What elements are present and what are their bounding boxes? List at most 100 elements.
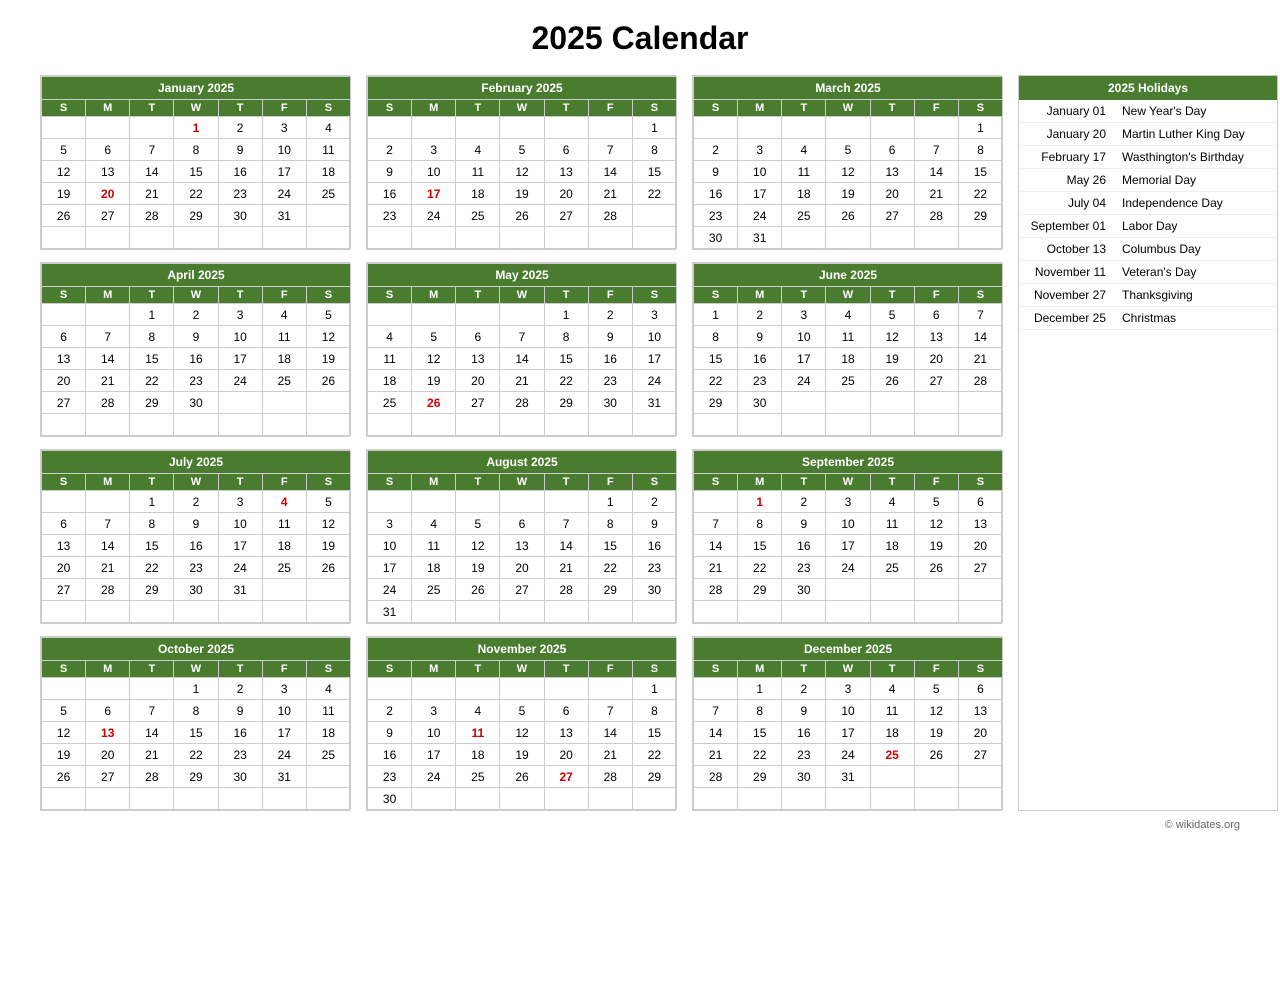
- calendar-day: [826, 227, 870, 249]
- calendar-day: 12: [500, 161, 544, 183]
- calendar-day: [500, 414, 544, 436]
- calendar-day: [412, 788, 456, 810]
- day-header: S: [958, 287, 1002, 304]
- calendar-day: [544, 788, 588, 810]
- calendar-day: [958, 392, 1002, 414]
- day-header: M: [86, 474, 130, 491]
- day-header: T: [456, 100, 500, 117]
- calendar-day: 31: [262, 766, 306, 788]
- calendar-day: [130, 678, 174, 700]
- calendar-day: 1: [130, 304, 174, 326]
- calendar-day: [42, 788, 86, 810]
- day-header: S: [958, 474, 1002, 491]
- calendar-day: 10: [412, 161, 456, 183]
- calendar-day: 23: [738, 370, 782, 392]
- day-header: S: [958, 100, 1002, 117]
- calendar-day: 29: [738, 766, 782, 788]
- calendar-day: 13: [456, 348, 500, 370]
- day-header: S: [632, 661, 676, 678]
- calendar-day: 6: [544, 139, 588, 161]
- calendar-day: [544, 414, 588, 436]
- calendar-day: [412, 304, 456, 326]
- day-header: M: [412, 287, 456, 304]
- month-table-12: December 2025SMTWTFS12345678910111213141…: [693, 637, 1003, 810]
- calendar-day: 24: [782, 370, 826, 392]
- calendar-day: 16: [632, 535, 676, 557]
- day-header: S: [694, 100, 738, 117]
- calendar-day: 17: [738, 183, 782, 205]
- calendar-day: 4: [262, 491, 306, 513]
- month-10: October 2025SMTWTFS123456789101112131415…: [40, 636, 350, 811]
- day-header: M: [86, 287, 130, 304]
- holiday-name: Columbus Day: [1114, 238, 1277, 261]
- month-table-8: August 2025SMTWTFS1234567891011121314151…: [367, 450, 677, 623]
- calendar-day: 19: [500, 744, 544, 766]
- day-header: F: [588, 661, 632, 678]
- day-header: S: [42, 661, 86, 678]
- calendar-day: [958, 579, 1002, 601]
- calendar-day: [42, 601, 86, 623]
- day-header: M: [738, 287, 782, 304]
- calendar-day: 11: [456, 722, 500, 744]
- day-header: S: [694, 287, 738, 304]
- calendar-day: 3: [218, 304, 262, 326]
- day-header: T: [456, 474, 500, 491]
- calendar-day: 17: [632, 348, 676, 370]
- day-header: F: [588, 287, 632, 304]
- calendar-day: [306, 788, 350, 810]
- calendar-day: 18: [456, 183, 500, 205]
- calendar-day: 7: [86, 326, 130, 348]
- calendar-day: 16: [738, 348, 782, 370]
- day-header: S: [694, 661, 738, 678]
- calendar-day: [694, 117, 738, 139]
- calendar-day: 23: [588, 370, 632, 392]
- day-header: T: [130, 474, 174, 491]
- holiday-row: September 01Labor Day: [1019, 215, 1277, 238]
- day-header: S: [632, 474, 676, 491]
- day-header: T: [870, 474, 914, 491]
- calendar-day: 5: [870, 304, 914, 326]
- calendar-day: [262, 601, 306, 623]
- calendar-day: 24: [368, 579, 412, 601]
- calendar-day: [870, 392, 914, 414]
- calendar-day: 14: [694, 722, 738, 744]
- calendar-day: [632, 788, 676, 810]
- calendar-day: 7: [588, 139, 632, 161]
- month-3: March 2025SMTWTFS12345678910111213141516…: [692, 75, 1002, 250]
- calendar-day: 19: [306, 535, 350, 557]
- calendar-day: 13: [544, 722, 588, 744]
- calendar-day: [130, 788, 174, 810]
- calendar-day: [632, 414, 676, 436]
- calendar-day: 1: [174, 117, 218, 139]
- calendar-day: 5: [914, 491, 958, 513]
- day-header: F: [914, 287, 958, 304]
- calendar-day: [174, 601, 218, 623]
- calendar-day: 30: [782, 579, 826, 601]
- month-table-4: April 2025SMTWTFS12345678910111213141516…: [41, 263, 351, 436]
- calendar-day: 14: [130, 722, 174, 744]
- calendar-day: 21: [588, 744, 632, 766]
- calendar-day: 21: [86, 557, 130, 579]
- calendar-day: 22: [958, 183, 1002, 205]
- calendar-day: 21: [130, 183, 174, 205]
- calendar-day: [262, 788, 306, 810]
- calendar-day: 6: [914, 304, 958, 326]
- day-header: T: [782, 661, 826, 678]
- calendar-day: 12: [500, 722, 544, 744]
- calendar-day: 5: [456, 513, 500, 535]
- calendar-day: [826, 601, 870, 623]
- holiday-date: July 04: [1019, 192, 1114, 215]
- calendar-day: [368, 304, 412, 326]
- calendar-day: [306, 227, 350, 249]
- calendar-day: 17: [262, 161, 306, 183]
- calendar-day: 16: [694, 183, 738, 205]
- calendar-day: 21: [958, 348, 1002, 370]
- calendar-day: [456, 227, 500, 249]
- calendar-day: 13: [870, 161, 914, 183]
- calendar-day: [174, 227, 218, 249]
- holiday-name: Wasthington's Birthday: [1114, 146, 1277, 169]
- calendar-day: 21: [500, 370, 544, 392]
- calendar-day: 26: [914, 744, 958, 766]
- calendar-day: [826, 414, 870, 436]
- calendar-day: [412, 678, 456, 700]
